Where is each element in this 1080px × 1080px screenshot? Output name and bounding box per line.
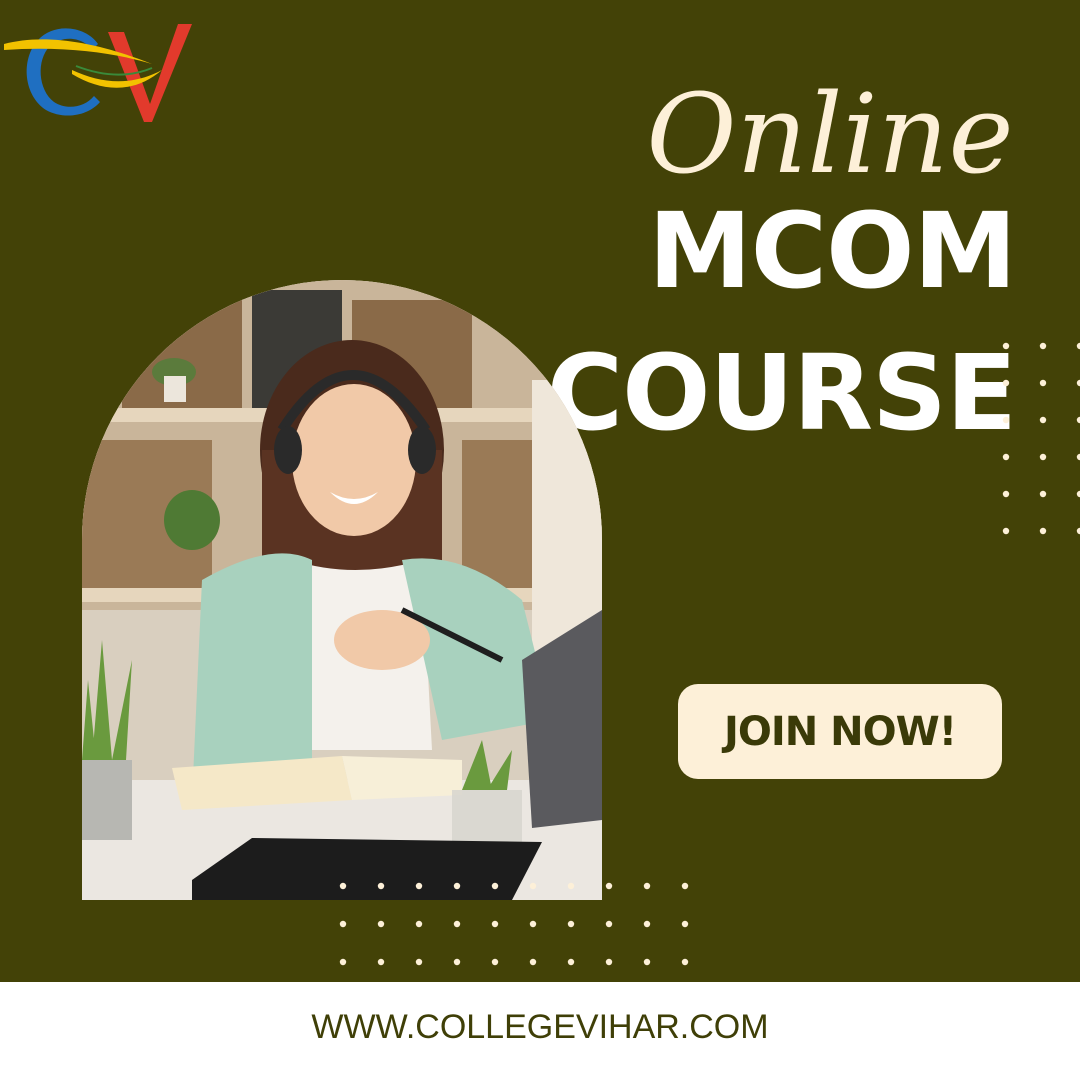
decorative-dot bbox=[1039, 527, 1047, 535]
decorative-dot bbox=[377, 882, 385, 890]
decorative-dot bbox=[529, 958, 537, 966]
decorative-dot bbox=[643, 882, 651, 890]
decorative-dot bbox=[1002, 527, 1010, 535]
decorative-dot bbox=[453, 920, 461, 928]
decorative-dot bbox=[567, 920, 575, 928]
decorative-dot bbox=[491, 882, 499, 890]
decorative-dot bbox=[1002, 416, 1010, 424]
decorative-dot bbox=[491, 958, 499, 966]
decorative-dot bbox=[377, 920, 385, 928]
decorative-dot bbox=[415, 882, 423, 890]
decorative-dot bbox=[605, 920, 613, 928]
student-photo bbox=[82, 280, 602, 900]
decorative-dot bbox=[453, 958, 461, 966]
cv-logo-icon bbox=[4, 24, 192, 122]
decorative-dot bbox=[643, 958, 651, 966]
decorative-dot bbox=[605, 882, 613, 890]
decorative-dot bbox=[1002, 342, 1010, 350]
headline-line-1: MCOM bbox=[648, 190, 1017, 312]
decorative-dot bbox=[605, 958, 613, 966]
decorative-dot bbox=[339, 920, 347, 928]
decorative-dot bbox=[529, 882, 537, 890]
logo[interactable]: CV bbox=[2, 14, 198, 122]
decorative-dot bbox=[1039, 379, 1047, 387]
decorative-dot bbox=[491, 920, 499, 928]
dot-grid-right bbox=[1002, 342, 1080, 535]
join-now-button[interactable]: JOIN NOW! bbox=[678, 684, 1002, 779]
dot-grid-bottom bbox=[339, 882, 689, 966]
decorative-dot bbox=[567, 958, 575, 966]
decorative-dot bbox=[529, 920, 537, 928]
decorative-dot bbox=[1039, 490, 1047, 498]
online-script-label: Online bbox=[646, 70, 1013, 198]
decorative-dot bbox=[339, 882, 347, 890]
decorative-dot bbox=[681, 920, 689, 928]
decorative-dot bbox=[1039, 453, 1047, 461]
decorative-dot bbox=[681, 958, 689, 966]
decorative-dot bbox=[1039, 342, 1047, 350]
poster: CV Online MCOM COURSE bbox=[0, 0, 1080, 1080]
website-url[interactable]: WWW.COLLEGEVIHAR.COM bbox=[0, 1008, 1080, 1047]
decorative-dot bbox=[643, 920, 651, 928]
decorative-dot bbox=[681, 882, 689, 890]
decorative-dot bbox=[1002, 379, 1010, 387]
online-script-text: Online bbox=[646, 70, 1013, 198]
decorative-dot bbox=[339, 958, 347, 966]
decorative-dot bbox=[377, 958, 385, 966]
decorative-dot bbox=[453, 882, 461, 890]
headline-line-2: COURSE bbox=[546, 332, 1017, 454]
decorative-dot bbox=[567, 882, 575, 890]
decorative-dot bbox=[415, 958, 423, 966]
decorative-dot bbox=[1039, 416, 1047, 424]
decorative-dot bbox=[1002, 453, 1010, 461]
photo-illustration bbox=[82, 280, 602, 900]
decorative-dot bbox=[1002, 490, 1010, 498]
decorative-dot bbox=[415, 920, 423, 928]
